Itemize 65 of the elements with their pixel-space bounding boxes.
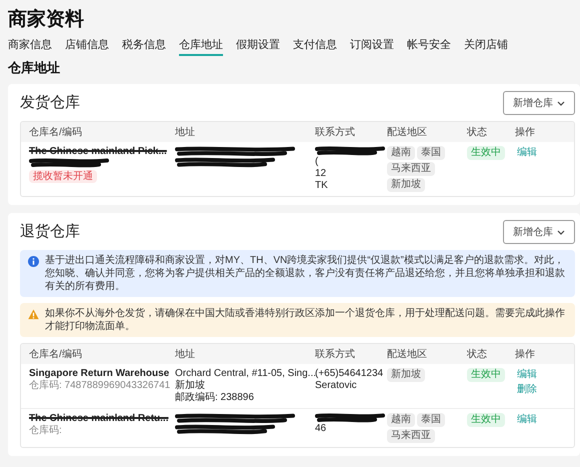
column-header: 地址 bbox=[175, 126, 196, 140]
contact-line: 46 bbox=[315, 423, 328, 435]
warehouse-code: 仓库码: 7487889969043326741 bbox=[29, 380, 170, 392]
warehouse-code: 仓库码: bbox=[29, 425, 62, 437]
tab[interactable]: 税务信息 bbox=[122, 38, 166, 56]
address-line: Orchard Central, #11-05, Sing... bbox=[175, 368, 315, 380]
contact-line: (+65)54641234 bbox=[315, 368, 384, 380]
add-warehouse-button[interactable]: 新增仓库 bbox=[503, 220, 575, 244]
chevron-down-icon bbox=[557, 230, 565, 234]
region-tag: 新加坡 bbox=[387, 178, 425, 192]
tab[interactable]: 假期设置 bbox=[236, 38, 280, 56]
column-header: 联系方式 bbox=[315, 348, 356, 362]
section-heading: 发货仓库 bbox=[20, 92, 80, 113]
column-header: 联系方式 bbox=[315, 126, 356, 140]
tab[interactable]: 支付信息 bbox=[293, 38, 337, 56]
column-header: 地址 bbox=[175, 348, 196, 362]
tab[interactable]: 仓库地址 bbox=[179, 38, 223, 56]
column-header: 操作 bbox=[515, 126, 536, 140]
status-badge: 生效中 bbox=[467, 368, 505, 382]
status-badge: 生效中 bbox=[467, 146, 505, 160]
region-tag: 越南 bbox=[387, 146, 415, 160]
redaction-scribble bbox=[315, 413, 385, 423]
region-tag: 马来西亚 bbox=[387, 429, 435, 443]
info-icon bbox=[28, 256, 39, 267]
address-line: 邮政编码: 238896 bbox=[175, 392, 255, 404]
warehouse-name: Singapore Return Warehouse bbox=[29, 368, 170, 380]
warehouse-name: The Chinese mainland Pick... bbox=[29, 146, 167, 158]
contact-line: TK bbox=[315, 180, 329, 192]
action-link[interactable]: 删除 bbox=[517, 383, 537, 396]
action-link[interactable]: 编辑 bbox=[517, 146, 537, 159]
column-header: 状态 bbox=[467, 348, 488, 362]
tab[interactable]: 关闭店铺 bbox=[464, 38, 508, 56]
pickup-badge: 揽收暂未开通 bbox=[29, 170, 97, 183]
redaction-scribble bbox=[315, 146, 385, 156]
column-header: 仓库名/编码 bbox=[29, 126, 83, 140]
add-warehouse-button[interactable]: 新增仓库 bbox=[503, 91, 575, 115]
section-heading: 退货仓库 bbox=[20, 222, 80, 242]
region-tag: 新加坡 bbox=[387, 368, 425, 382]
region-tag: 泰国 bbox=[417, 146, 445, 160]
contact-line: ( bbox=[315, 156, 320, 168]
warehouse-name: The Chinese mainland Retu... bbox=[29, 413, 168, 424]
region-tag: 泰国 bbox=[417, 413, 445, 427]
status-badge: 生效中 bbox=[467, 413, 505, 427]
column-header: 配送地区 bbox=[387, 348, 428, 362]
column-header: 状态 bbox=[467, 126, 488, 140]
warning-icon bbox=[28, 309, 39, 320]
tab[interactable]: 店铺信息 bbox=[65, 38, 109, 56]
notice-text: 如果你不从海外仓发货，请确保在中国大陆或香港特别行政区添加一个退货仓库，用于处理配送问题。需要完成此操作才能打印物流面单。 bbox=[45, 307, 566, 333]
chevron-down-icon bbox=[557, 100, 565, 106]
action-link[interactable]: 编辑 bbox=[517, 413, 537, 426]
tab[interactable]: 商家信息 bbox=[8, 38, 52, 56]
column-header: 仓库名/编码 bbox=[29, 348, 83, 362]
contact-line: 12 bbox=[315, 168, 328, 180]
tab[interactable]: 订阅设置 bbox=[350, 38, 394, 56]
action-link[interactable]: 编辑 bbox=[517, 368, 537, 381]
region-tag: 马来西亚 bbox=[387, 162, 435, 176]
column-header: 操作 bbox=[515, 348, 536, 362]
tab[interactable]: 帐号安全 bbox=[407, 38, 451, 56]
column-header: 配送地区 bbox=[387, 126, 428, 140]
address-line: 新加坡 bbox=[175, 380, 206, 392]
notice-text: 基于进出口通关流程障碍和商家设置，对MY、TH、VN跨境卖家我们提供“仅退款”模式以满足客户的退款需求。对此，您知晓、确认并同意，您将为客户提供相关产品的全额退款，客户没有责任将产品退还给您，并且您将单独承担和退款有关的所有费用。 bbox=[45, 254, 566, 293]
region-tag: 越南 bbox=[387, 413, 415, 427]
page-title: 商家资料 bbox=[8, 8, 85, 32]
contact-line: Seratovic bbox=[315, 380, 358, 392]
section-title: 仓库地址 bbox=[8, 60, 61, 76]
